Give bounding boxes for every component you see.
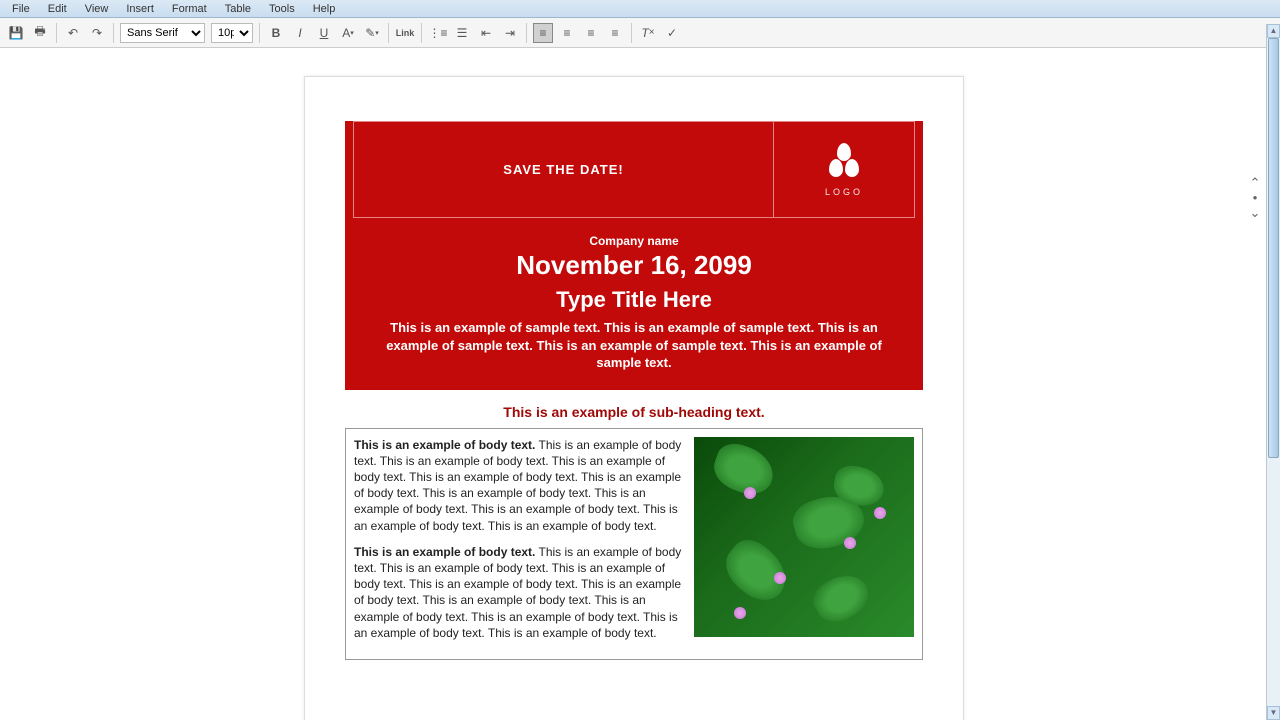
- save-icon[interactable]: 💾: [6, 23, 26, 43]
- separator: [56, 23, 57, 43]
- font-size-select[interactable]: 10pt: [211, 23, 253, 43]
- menu-tools[interactable]: Tools: [261, 2, 303, 16]
- scroll-thumb[interactable]: [1268, 38, 1279, 458]
- separator: [259, 23, 260, 43]
- info-block[interactable]: Company name November 16, 2099 Type Titl…: [345, 226, 923, 390]
- menu-format[interactable]: Format: [164, 2, 215, 16]
- underline-button[interactable]: U: [314, 23, 334, 43]
- document-workspace[interactable]: SAVE THE DATE! LOGO Company name Novembe…: [0, 48, 1266, 720]
- sub-heading[interactable]: This is an example of sub-heading text.: [345, 404, 923, 420]
- print-icon[interactable]: 🖶: [30, 23, 50, 43]
- toolbar: 💾 🖶 ↶ ↷ Sans Serif 10pt B I U A▾ ✎▾ Link…: [0, 18, 1280, 48]
- outdent-icon[interactable]: ⇤: [476, 23, 496, 43]
- menu-bar: File Edit View Insert Format Table Tools…: [0, 0, 1280, 18]
- header-block: SAVE THE DATE! LOGO Company name Novembe…: [345, 121, 923, 390]
- align-center-icon[interactable]: ≡: [557, 23, 577, 43]
- logo-text: LOGO: [825, 187, 863, 197]
- body-section: This is an example of body text. This is…: [345, 428, 923, 660]
- separator: [421, 23, 422, 43]
- page[interactable]: SAVE THE DATE! LOGO Company name Novembe…: [304, 76, 964, 720]
- separator: [631, 23, 632, 43]
- company-name[interactable]: Company name: [365, 234, 903, 248]
- event-date[interactable]: November 16, 2099: [365, 250, 903, 281]
- separator: [526, 23, 527, 43]
- menu-table[interactable]: Table: [217, 2, 259, 16]
- separator: [113, 23, 114, 43]
- sample-text[interactable]: This is an example of sample text. This …: [365, 319, 903, 372]
- logo-icon: [829, 143, 859, 177]
- image-placeholder[interactable]: [694, 437, 914, 637]
- clear-format-icon[interactable]: T×: [638, 23, 658, 43]
- menu-edit[interactable]: Edit: [40, 2, 75, 16]
- logo-cell[interactable]: LOGO: [774, 122, 914, 217]
- page-down-caret-icon[interactable]: ⌄: [1248, 205, 1262, 221]
- event-title[interactable]: Type Title Here: [365, 287, 903, 313]
- redo-icon[interactable]: ↷: [87, 23, 107, 43]
- header-row: SAVE THE DATE! LOGO: [353, 121, 915, 218]
- save-the-date-cell[interactable]: SAVE THE DATE!: [354, 122, 774, 217]
- scroll-up-button[interactable]: ▲: [1267, 24, 1280, 38]
- menu-file[interactable]: File: [4, 2, 38, 16]
- font-family-select[interactable]: Sans Serif: [120, 23, 205, 43]
- spellcheck-icon[interactable]: ✓: [662, 23, 682, 43]
- italic-button[interactable]: I: [290, 23, 310, 43]
- align-left-icon[interactable]: ≡: [533, 23, 553, 43]
- indent-icon[interactable]: ⇥: [500, 23, 520, 43]
- numbered-list-icon[interactable]: ⋮≡: [428, 23, 448, 43]
- body-text-column[interactable]: This is an example of body text. This is…: [354, 437, 682, 651]
- link-button[interactable]: Link: [395, 23, 415, 43]
- menu-insert[interactable]: Insert: [118, 2, 162, 16]
- separator: [388, 23, 389, 43]
- text-color-button[interactable]: A▾: [338, 23, 358, 43]
- menu-help[interactable]: Help: [305, 2, 344, 16]
- page-up-caret-icon[interactable]: ⌃: [1248, 175, 1262, 191]
- vertical-scrollbar[interactable]: ▲ ▼: [1266, 24, 1280, 720]
- page-marker-icon[interactable]: •: [1248, 190, 1262, 205]
- bulleted-list-icon[interactable]: ☰: [452, 23, 472, 43]
- align-justify-icon[interactable]: ≡: [605, 23, 625, 43]
- scroll-down-button[interactable]: ▼: [1267, 706, 1280, 720]
- align-right-icon[interactable]: ≡: [581, 23, 601, 43]
- bold-button[interactable]: B: [266, 23, 286, 43]
- highlight-button[interactable]: ✎▾: [362, 23, 382, 43]
- undo-icon[interactable]: ↶: [63, 23, 83, 43]
- menu-view[interactable]: View: [77, 2, 117, 16]
